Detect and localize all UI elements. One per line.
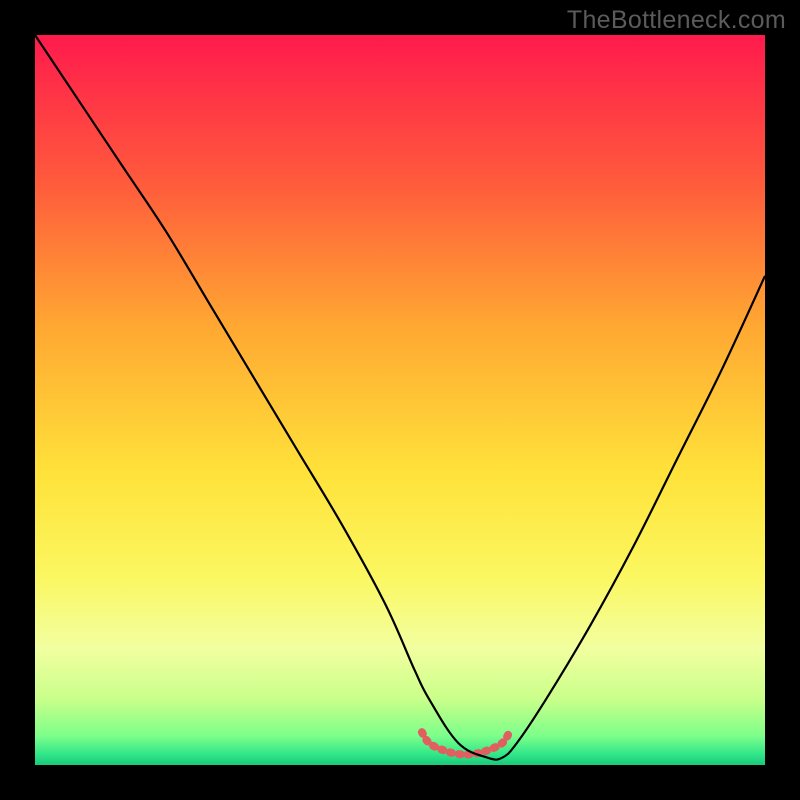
chart-frame: TheBottleneck.com (0, 0, 800, 800)
watermark-text: TheBottleneck.com (567, 6, 786, 35)
plot-area (35, 35, 765, 765)
chart-svg (35, 35, 765, 765)
gradient-background (35, 35, 765, 765)
